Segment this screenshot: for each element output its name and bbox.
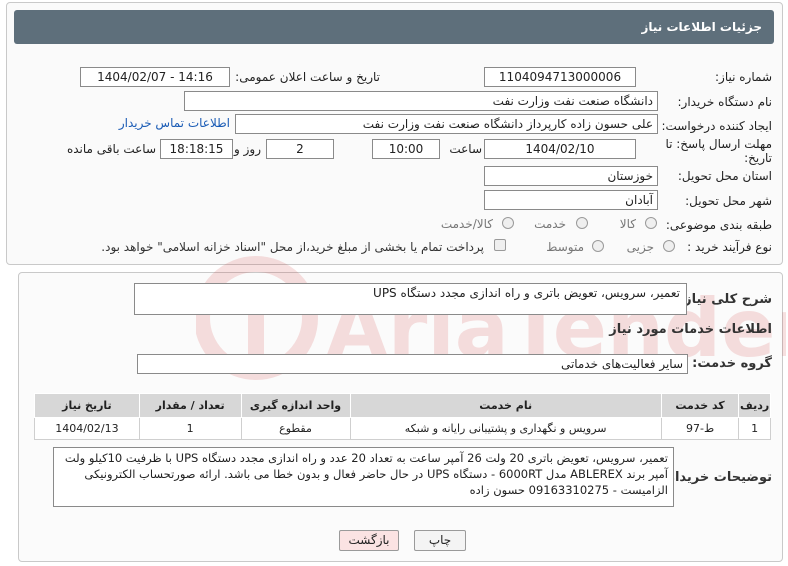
col-quantity: تعداد / مقدار [138, 393, 242, 418]
summary-label: شرح کلی نیاز: [678, 292, 772, 307]
need-number-field[interactable]: 1104094713000006 [484, 67, 636, 87]
buyer-contact-link[interactable]: اطلاعات تماس خریدار [119, 116, 230, 130]
category-option-goods: کالا [619, 217, 636, 231]
cell-quantity: 1 [138, 417, 242, 440]
back-button[interactable]: بازگشت [339, 530, 399, 551]
province-field[interactable]: خوزستان [484, 166, 658, 186]
col-service-code: کد خدمت [660, 393, 740, 418]
province-label: استان محل تحویل: [677, 169, 772, 183]
services-section-title: اطلاعات خدمات مورد نیاز [609, 322, 772, 337]
category-option-service: خدمت [534, 217, 566, 231]
city-label: شهر محل تحویل: [685, 194, 772, 208]
category-option-goods-service: کالا/خدمت [440, 217, 493, 231]
deadline-date-field[interactable]: 1404/02/10 [484, 139, 636, 159]
buyer-org-label: نام دستگاه خریدار: [677, 95, 773, 109]
days-label: روز و [234, 142, 261, 156]
deadline-label-date: تاریخ: [744, 151, 772, 165]
remaining-time-label: ساعت باقی مانده [66, 142, 156, 156]
summary-text: تعمیر، سرویس، تعویض باتری و راه اندازی م… [373, 286, 680, 300]
category-radio-goods-service[interactable] [502, 217, 514, 229]
process-radio-minor[interactable] [663, 240, 675, 252]
deadline-time-field[interactable]: 10:00 [372, 139, 440, 159]
treasury-payment-checkbox[interactable] [494, 239, 506, 251]
process-radio-medium[interactable] [592, 240, 604, 252]
creator-field[interactable]: علی حسون زاده کارپرداز دانشگاه صنعت نفت … [235, 114, 658, 134]
process-option-medium: متوسط [546, 240, 584, 254]
treasury-payment-note: پرداخت تمام یا بخشی از مبلغ خرید،از محل … [101, 240, 484, 254]
category-radio-goods[interactable] [645, 217, 657, 229]
cell-service-code: ط-97 [660, 417, 740, 440]
process-label: نوع فرآیند خرید : [687, 240, 772, 254]
announce-label: تاریخ و ساعت اعلان عمومی: [235, 70, 380, 84]
table-row[interactable]: 1 ط-97 سرویس و نگهداری و پشتیبانی رایانه… [34, 417, 771, 440]
print-button[interactable]: چاپ [414, 530, 466, 551]
cell-row-number: 1 [738, 417, 771, 440]
creator-label: ایجاد کننده درخواست: [661, 119, 772, 133]
page-title: جزئیات اطلاعات نیاز [641, 20, 762, 34]
buyer-notes-text: تعمیر، سرویس، تعویض باتری 20 ولت 26 آمپر… [64, 451, 668, 497]
col-row-number: ردیف [738, 393, 771, 418]
buyer-notes-label: توضیحات خریدار: [662, 470, 772, 485]
cell-service-name: سرویس و نگهداری و پشتیبانی رایانه و شبکه [349, 417, 662, 440]
col-unit: واحد اندازه گیری [240, 393, 351, 418]
need-number-label: شماره نیاز: [715, 70, 772, 84]
cell-unit: مقطوع [240, 417, 351, 440]
services-table: ردیف کد خدمت نام خدمت واحد اندازه گیری ت… [34, 393, 771, 440]
remaining-time-field[interactable]: 18:18:15 [160, 139, 233, 159]
page-header: جزئیات اطلاعات نیاز [14, 10, 774, 44]
deadline-time-label: ساعت [449, 142, 482, 156]
service-group-field[interactable]: سایر فعالیت‌های خدماتی [137, 354, 688, 374]
service-group-label: گروه خدمت: [692, 356, 772, 371]
announce-field[interactable]: 1404/02/07 - 14:16 [80, 67, 230, 87]
days-remaining-field[interactable]: 2 [266, 139, 334, 159]
cell-need-date: 1404/02/13 [34, 417, 140, 440]
city-field[interactable]: آبادان [484, 190, 658, 210]
col-service-name: نام خدمت [349, 393, 662, 418]
table-header-row: ردیف کد خدمت نام خدمت واحد اندازه گیری ت… [34, 393, 771, 418]
category-radio-service[interactable] [576, 217, 588, 229]
category-label: طبقه بندی موضوعی: [665, 218, 772, 232]
summary-field[interactable]: تعمیر، سرویس، تعویض باتری و راه اندازی م… [134, 283, 687, 315]
buyer-notes-field[interactable]: تعمیر، سرویس، تعویض باتری 20 ولت 26 آمپر… [53, 447, 674, 507]
col-need-date: تاریخ نیاز [34, 393, 140, 418]
deadline-label: مهلت ارسال پاسخ: تا [665, 137, 772, 151]
buyer-org-field[interactable]: دانشگاه صنعت نفت وزارت نفت [184, 91, 658, 111]
process-option-minor: جزیی [626, 240, 654, 254]
